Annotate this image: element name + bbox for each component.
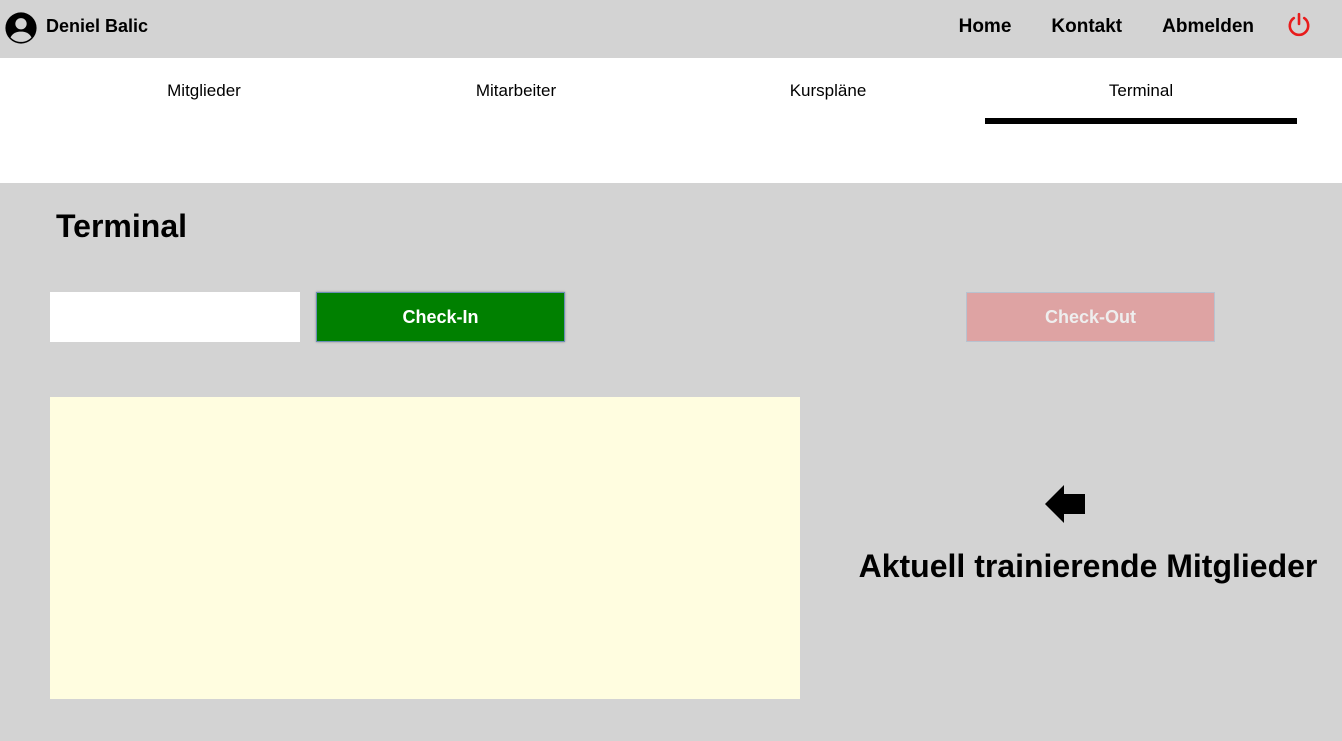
nav-home-link[interactable]: Home: [959, 16, 1012, 38]
page-title: Terminal: [56, 208, 187, 244]
power-icon[interactable]: [1286, 12, 1312, 38]
active-members-label: Aktuell trainierende Mitglieder: [858, 548, 1318, 584]
top-bar: Deniel Balic Home Kontakt Abmelden: [0, 0, 1342, 58]
tab-mitglieder[interactable]: Mitglieder: [48, 58, 360, 124]
user-name: Deniel Balic: [46, 15, 149, 36]
tab-terminal[interactable]: Terminal: [985, 58, 1297, 124]
member-id-input[interactable]: [50, 292, 300, 342]
user-profile[interactable]: Deniel Balic: [4, 11, 148, 45]
tab-kursplaene[interactable]: Kurspläne: [672, 58, 984, 124]
top-navigation: Home Kontakt Abmelden: [959, 12, 1312, 38]
nav-abmelden-link[interactable]: Abmelden: [1162, 16, 1254, 38]
tab-bar: Mitglieder Mitarbeiter Kurspläne Termina…: [0, 58, 1342, 183]
active-tab-indicator: [985, 118, 1297, 124]
check-out-button[interactable]: Check-Out: [966, 292, 1215, 342]
tab-mitarbeiter[interactable]: Mitarbeiter: [360, 58, 672, 124]
active-members-list[interactable]: [50, 397, 800, 699]
arrow-left-icon: [1045, 485, 1085, 523]
check-in-button[interactable]: Check-In: [316, 292, 565, 342]
account-circle-icon: [5, 12, 37, 44]
nav-kontakt-link[interactable]: Kontakt: [1051, 16, 1122, 38]
